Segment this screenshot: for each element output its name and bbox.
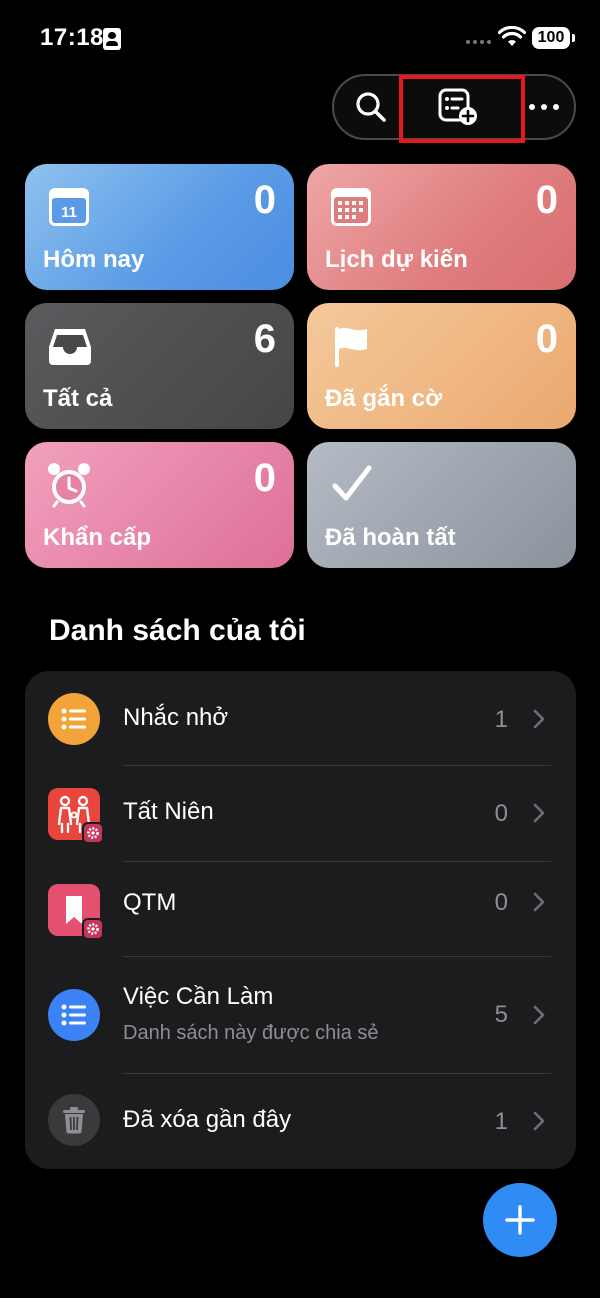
list-count: 0 (494, 800, 508, 827)
flagged-label: Đã gắn cờ (325, 385, 443, 412)
tile-all[interactable]: 6 Tất cả (25, 303, 294, 429)
add-list-button[interactable] (422, 76, 494, 138)
search-button[interactable] (338, 76, 404, 138)
list-count: 1 (494, 1108, 508, 1135)
status-time: 17:18 (40, 24, 104, 51)
urgent-label: Khẩn cấp (43, 524, 152, 551)
alarm-clock-icon (48, 463, 90, 508)
checkmark-icon (332, 465, 372, 501)
family-icon (48, 788, 104, 844)
today-count: 0 (253, 178, 276, 222)
list-item-recently-deleted[interactable]: Đã xóa gần đây 1 (25, 1074, 576, 1169)
today-label: Hôm nay (43, 246, 145, 273)
tile-completed[interactable]: Đã hoàn tất (307, 442, 576, 568)
list-bullet-icon (48, 989, 100, 1041)
flag-icon (335, 327, 367, 367)
list-subtitle: Danh sách này được chia sẻ (123, 1022, 379, 1044)
contact-card-icon (103, 28, 121, 50)
list-name: Đã xóa gần đây (123, 1106, 292, 1133)
chevron-right-icon (533, 1111, 545, 1131)
list-count: 1 (494, 706, 508, 733)
gear-icon (82, 822, 104, 844)
more-button[interactable] (514, 76, 574, 138)
gear-icon (82, 918, 104, 940)
trash-icon (48, 1094, 100, 1146)
status-bar: 17:18 100 (0, 0, 600, 76)
add-list-icon (438, 88, 477, 125)
calendar-day-number: 11 (61, 204, 77, 221)
list-item-nhac-nho[interactable]: Nhắc nhở 1 (25, 671, 576, 765)
scheduled-label: Lịch dự kiến (325, 246, 468, 273)
list-count: 0 (494, 889, 508, 916)
plus-icon (505, 1205, 535, 1235)
list-name: Tất Niên (123, 798, 214, 825)
urgent-count: 0 (253, 456, 276, 500)
list-item-qtm[interactable]: QTM 0 (25, 862, 576, 956)
battery-indicator: 100 (532, 27, 575, 49)
list-name: Việc Cần Làm (123, 983, 274, 1010)
tile-urgent[interactable]: 0 Khẩn cấp (25, 442, 294, 568)
cellular-signal-icon (466, 40, 492, 46)
list-name: Nhắc nhở (123, 704, 229, 731)
calendar-icon (331, 188, 371, 226)
more-icon (529, 104, 559, 110)
scheduled-count: 0 (535, 178, 558, 222)
all-count: 6 (253, 317, 276, 361)
chevron-right-icon (533, 1005, 545, 1025)
flagged-count: 0 (535, 317, 558, 361)
tile-scheduled[interactable]: 0 Lịch dự kiến (307, 164, 576, 290)
chevron-right-icon (533, 892, 545, 912)
list-name: QTM (123, 889, 177, 916)
wifi-icon (498, 26, 526, 46)
add-reminder-button[interactable] (483, 1183, 557, 1257)
calendar-day-icon: 11 (49, 188, 89, 226)
list-bullet-icon (48, 693, 100, 745)
my-lists-title: Danh sách của tôi (49, 614, 306, 647)
tile-flagged[interactable]: 0 Đã gắn cờ (307, 303, 576, 429)
top-toolbar (332, 74, 576, 140)
chevron-right-icon (533, 709, 545, 729)
my-lists-card: Nhắc nhở 1 Tất Niên 0 QTM 0 Việc Cần Làm… (25, 671, 576, 1169)
list-count: 5 (494, 1001, 508, 1028)
list-item-viec-can-lam[interactable]: Việc Cần Làm Danh sách này được chia sẻ … (25, 957, 576, 1073)
tile-today[interactable]: 11 0 Hôm nay (25, 164, 294, 290)
completed-label: Đã hoàn tất (325, 524, 456, 551)
list-item-tat-nien[interactable]: Tất Niên 0 (25, 766, 576, 861)
chevron-right-icon (533, 803, 545, 823)
all-label: Tất cả (43, 385, 113, 412)
search-icon (356, 92, 386, 122)
tray-icon (49, 329, 91, 365)
bookmark-icon (48, 884, 104, 940)
